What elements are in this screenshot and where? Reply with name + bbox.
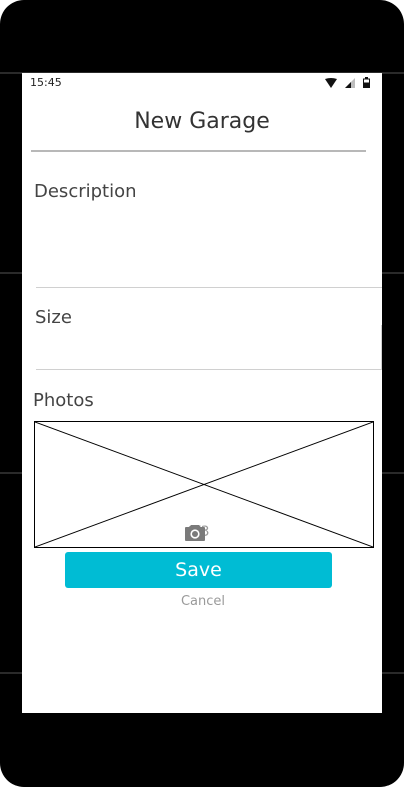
status-bar: 15:45 [22,73,382,95]
size-label: Size [35,307,72,328]
description-underline [36,287,382,288]
photos-label: Photos [33,390,94,411]
status-icons [325,77,370,88]
title-divider [31,150,366,152]
device-frame: 15:45 New Garage Description Size Photos… [0,0,404,787]
app-screen: 15:45 New Garage Description Size Photos… [22,73,382,713]
photo-placeholder[interactable]: 0/3 [34,421,374,548]
save-button[interactable]: Save [65,552,332,588]
size-underline [36,369,382,370]
description-label: Description [34,181,137,202]
wifi-icon [325,77,337,88]
cancel-button[interactable]: Cancel [22,594,382,609]
size-field[interactable] [36,329,381,369]
description-field[interactable] [36,205,382,287]
photo-counter: 0/3 [185,524,212,541]
status-time: 15:45 [30,76,62,89]
battery-icon [363,77,370,88]
camera-icon[interactable] [185,524,205,541]
size-field-edge [381,325,382,369]
page-title: New Garage [134,109,270,134]
cell-signal-icon [345,77,355,88]
